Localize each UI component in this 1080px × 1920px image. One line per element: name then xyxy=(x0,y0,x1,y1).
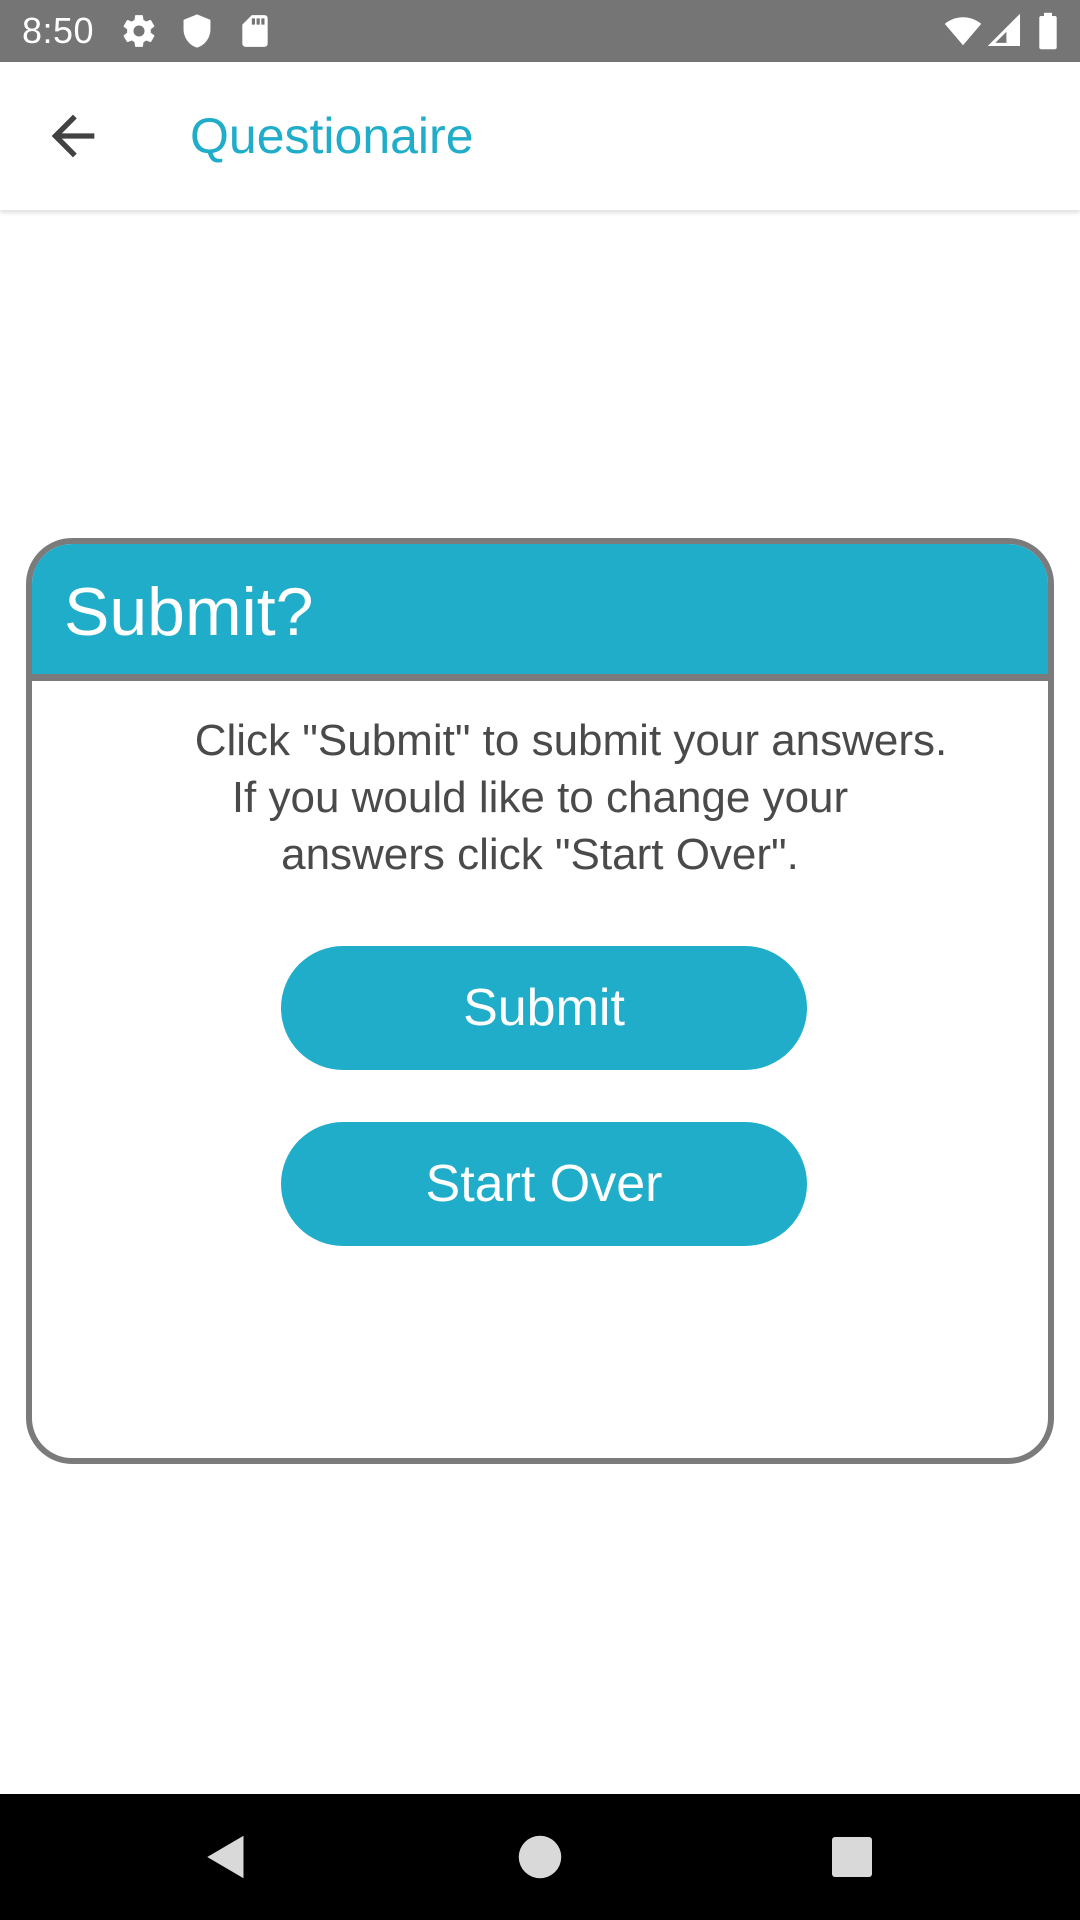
arrow-back-icon xyxy=(51,114,95,158)
dialog-message-line: If you would like to change your xyxy=(231,773,849,822)
submit-dialog: Submit? Click "Submit" to submit your an… xyxy=(26,538,1054,1464)
home-circle-icon xyxy=(518,1835,562,1879)
back-triangle-icon xyxy=(207,1835,244,1879)
app-bar: Questionaire xyxy=(0,62,1080,210)
nav-recents-button[interactable] xyxy=(822,1827,882,1887)
back-button[interactable] xyxy=(38,104,108,168)
recents-square-icon xyxy=(832,1837,872,1877)
shield-icon xyxy=(178,12,216,50)
dialog-message: Click "Submit" to submit your answers. I… xyxy=(32,712,1048,883)
status-time: 8:50 xyxy=(22,10,95,51)
wifi-icon xyxy=(942,12,984,50)
page-title: Questionaire xyxy=(190,108,474,164)
sd-card-icon xyxy=(236,12,274,50)
signal-icon xyxy=(988,12,1022,50)
dialog-message-line: Click "Submit" to submit your answers. xyxy=(194,716,948,765)
navigation-bar xyxy=(0,1794,1080,1920)
submit-button[interactable]: Submit xyxy=(281,946,807,1070)
nav-back-button[interactable] xyxy=(196,1827,256,1887)
start-over-button[interactable]: Start Over xyxy=(281,1122,807,1246)
dialog-title: Submit? xyxy=(64,574,314,650)
nav-home-button[interactable] xyxy=(510,1827,570,1887)
dialog-message-line: answers click "Start Over". xyxy=(281,830,799,879)
screen: 8:50 Questionaire Submit? Click "Submit"… xyxy=(0,0,1080,1920)
dialog-header: Submit? xyxy=(32,544,1048,681)
battery-icon xyxy=(1036,12,1060,50)
status-bar: 8:50 xyxy=(0,0,1080,62)
settings-icon xyxy=(120,12,158,50)
